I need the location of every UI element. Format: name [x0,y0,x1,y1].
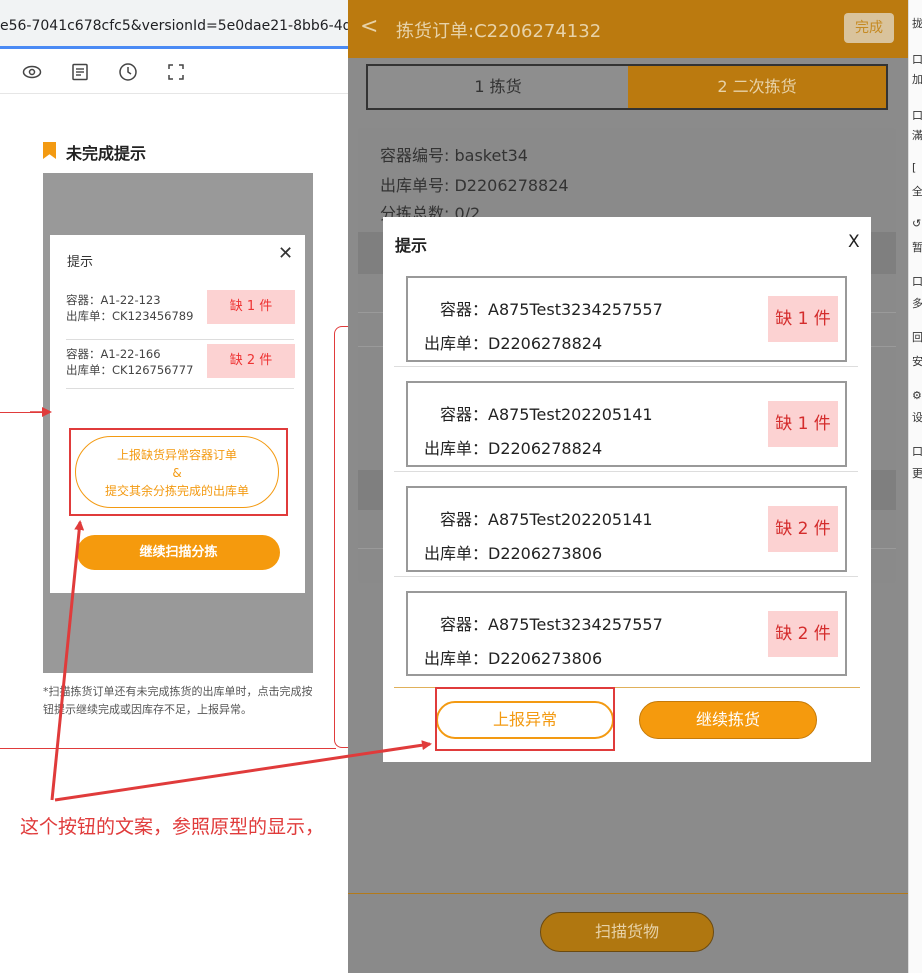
side-item[interactable]: 口 [912,446,922,458]
toolbar [0,50,348,94]
container-label: 容器：A1-22-123 [66,293,161,307]
clock-icon[interactable] [118,62,138,82]
side-item[interactable]: 回 [912,332,922,344]
shortage-badge: 缺 2 件 [207,344,295,378]
side-toolbar: 拢 口 加 口 滿 [ 全 ↺ 暂 口 多 回 安 ⚙ 设 口 更 [908,0,922,973]
side-item: 滿 [912,129,922,142]
close-icon[interactable]: X [848,232,860,252]
back-icon[interactable]: < [360,14,378,39]
annotation-bracket [334,326,348,748]
side-item: 多 [912,297,922,310]
highlight-box [69,428,288,516]
shortage-card: 容器：A875Test202205141 出库单：D2206278824 缺 1… [406,381,847,467]
order-label: 出库单：CK126756777 [66,363,194,377]
list-item: 容器：A1-22-166 出库单：CK126756777 缺 2 件 [66,344,295,389]
side-item: 安 [912,355,922,368]
tab-indicator [0,46,348,49]
url-text[interactable]: e56-7041c678cfc5&versionId=5e0dae21-8bb6… [0,18,348,34]
side-item: 加 [912,73,922,86]
container-label: 容器：A875Test3234257557 [440,300,663,319]
list-item: 容器：A875Test3234257557 出库单：D2206278824 缺 … [394,271,858,367]
order-number: 出库单号: D2206278824 [380,176,569,195]
order-label: 出库单：D2206273806 [424,649,603,668]
shortage-badge: 缺 1 件 [207,290,295,324]
shortage-card: 容器：A875Test3234257557 出库单：D2206273806 缺 … [406,591,847,676]
tab-bar: 1 拣货 2 二次拣货 [366,64,888,110]
side-item: 更 [912,467,922,480]
side-item[interactable]: 口 [912,276,922,288]
side-item[interactable]: ↺ [912,218,921,230]
shortage-card: 容器：A875Test3234257557 出库单：D2206278824 缺 … [406,276,847,362]
phone-screen: < 拣货订单:C2206274132 完成 1 拣货 2 二次拣货 容器编号: … [348,0,908,973]
side-item: 全 [912,185,922,198]
shortage-badge: 缺 1 件 [768,296,838,342]
shortage-card: 容器：A875Test202205141 出库单：D2206273806 缺 2… [406,486,847,572]
fullscreen-icon[interactable] [166,62,186,82]
section-title: 未完成提示 [66,144,147,163]
side-item[interactable]: [ [912,162,916,174]
dialog-title: 提示 [395,236,428,255]
continue-picking-button[interactable]: 继续拣货 [639,701,817,739]
tab-pick[interactable]: 1 拣货 [368,66,628,108]
done-button[interactable]: 完成 [844,13,894,43]
scan-goods-button[interactable]: 扫描货物 [540,912,714,952]
order-label: 出库单：CK123456789 [66,309,194,323]
shortage-badge: 缺 1 件 [768,401,838,447]
order-label: 出库单：D2206278824 [424,334,603,353]
annotation-text: 这个按钮的文案，参照原型的显示， [20,816,325,838]
continue-scan-button[interactable]: 继续扫描分拣 [77,535,280,570]
document-icon[interactable] [70,62,90,82]
shortage-dialog: 提示 X 容器：A875Test3234257557 出库单：D22062788… [383,217,871,762]
bottom-bar: 扫描货物 [348,893,908,973]
settings-icon[interactable]: ⚙ [912,390,922,402]
order-label: 出库单：D2206273806 [424,544,603,563]
side-item[interactable]: 拢 [912,18,922,30]
shortage-badge: 缺 2 件 [768,611,838,657]
list-item: 容器：A875Test3234257557 出库单：D2206273806 缺 … [394,586,858,676]
list-item: 容器：A1-22-123 出库单：CK123456789 缺 1 件 [66,290,295,340]
page-title: 拣货订单:C2206274132 [396,21,602,42]
highlight-box [435,687,615,751]
order-label: 出库单：D2206278824 [424,439,603,458]
list-item: 容器：A875Test202205141 出库单：D2206278824 缺 1… [394,376,858,472]
eye-icon[interactable] [22,62,42,82]
shortage-badge: 缺 2 件 [768,506,838,552]
container-label: 容器：A875Test3234257557 [440,615,663,634]
browser-pane: e56-7041c678cfc5&versionId=5e0dae21-8bb6… [0,0,348,973]
prototype-dialog-title: 提示 [67,255,94,270]
annotation-line [0,412,46,413]
address-bar[interactable]: e56-7041c678cfc5&versionId=5e0dae21-8bb6… [0,0,348,49]
side-item: 暂 [912,241,922,254]
side-item[interactable]: 口 [912,54,922,66]
prototype-note: *扫描拣货订单还有未完成拣货的出库单时，点击完成按钮提示继续完成或因库存不足，上… [43,685,313,716]
container-number: 容器编号: basket34 [380,146,528,165]
close-icon[interactable]: ✕ [278,243,293,264]
bookmark-icon [43,142,56,159]
list-item: 容器：A875Test202205141 出库单：D2206273806 缺 2… [394,481,858,577]
container-label: 容器：A1-22-166 [66,347,161,361]
side-item[interactable]: 口 [912,110,922,122]
container-label: 容器：A875Test202205141 [440,405,653,424]
container-label: 容器：A875Test202205141 [440,510,653,529]
annotation-line [0,748,336,749]
app-header: < 拣货订单:C2206274132 完成 [348,0,908,58]
tab-second-pick[interactable]: 2 二次拣货 [628,66,886,108]
side-item: 设 [912,411,922,424]
